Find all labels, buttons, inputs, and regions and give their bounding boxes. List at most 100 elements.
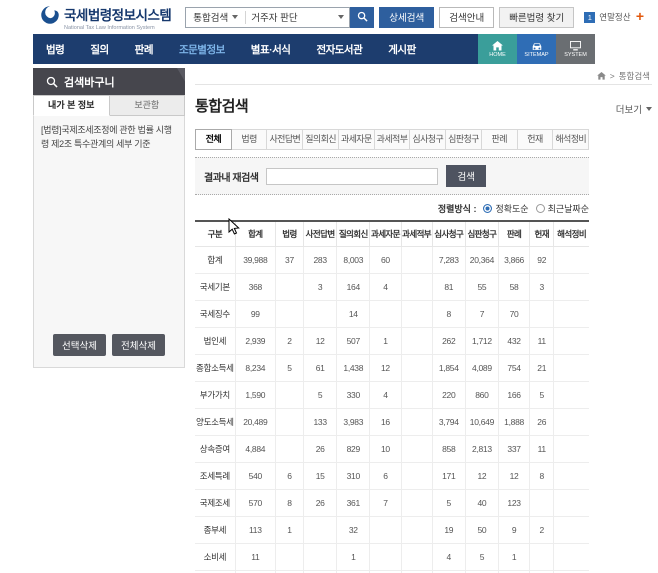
sitemap-button[interactable]: SITEMAP <box>517 34 556 64</box>
plus-icon[interactable]: + <box>636 8 644 24</box>
count-cell: 58 <box>497 273 531 301</box>
count-cell: 15 <box>303 462 338 490</box>
count-cell <box>529 543 555 571</box>
detail-search-button[interactable]: 상세검색 <box>379 6 435 28</box>
table-body: 합계 39,988 37 283 8,003 60 7,283 20,364 3,866 92 국세… <box>195 246 589 573</box>
sidebar-tab-saved[interactable]: 보관함 <box>109 95 185 116</box>
count-cell <box>303 543 338 571</box>
row-label: 국세기본 <box>195 273 236 301</box>
count-cell: 7,283 <box>431 246 466 274</box>
category-tab-법령[interactable]: 법령 <box>230 129 268 150</box>
research-search-button[interactable]: 검색 <box>446 165 486 187</box>
count-cell: 330 <box>336 381 371 409</box>
count-cell: 5 <box>529 381 555 409</box>
research-input[interactable] <box>266 167 439 185</box>
count-cell: 1,590 <box>234 381 276 409</box>
row-label: 종합소득세 <box>195 354 236 382</box>
sort-recent-radio[interactable]: 최근날짜순 <box>535 202 589 215</box>
count-cell <box>400 489 433 517</box>
category-tab-과세적부[interactable]: 과세적부 <box>373 129 411 150</box>
count-cell: 2 <box>529 516 555 544</box>
count-cell: 5 <box>274 354 305 382</box>
count-cell: 570 <box>234 489 276 517</box>
column-header-사전답변: 사전답변 <box>303 221 338 247</box>
count-cell: 26 <box>303 435 338 463</box>
breadcrumb-current: 통합검색 <box>618 71 650 81</box>
count-cell: 1,438 <box>336 354 371 382</box>
sidebar-tab-viewed[interactable]: 내가 본 정보 <box>33 95 110 116</box>
count-cell: 12 <box>464 462 499 490</box>
count-cell <box>529 300 555 328</box>
table-row-상속증여: 상속증여 4,884 26 829 10 858 2,813 337 11 <box>195 435 589 463</box>
category-tab-해석정비[interactable]: 해석정비 <box>552 129 590 150</box>
count-cell: 432 <box>497 327 531 355</box>
count-cell: 3 <box>529 273 555 301</box>
viewed-item-link[interactable]: [법령]국제조세조정에 관한 법률 시행령 제2조 특수관계의 세부 기준 <box>34 116 184 160</box>
shortcut-yearend[interactable]: 1 연말정산 <box>584 11 631 23</box>
category-tab-헌재[interactable]: 헌재 <box>516 129 554 150</box>
more-button[interactable]: 더보기 <box>616 102 652 116</box>
category-tab-판례[interactable]: 판례 <box>480 129 518 150</box>
global-search-box: 통합검색 <box>185 6 351 28</box>
count-cell: 10 <box>369 435 402 463</box>
count-cell: 123 <box>497 489 531 517</box>
search-scope-select[interactable]: 통합검색 <box>186 10 245 24</box>
count-cell: 1 <box>497 543 531 571</box>
delete-selected-button[interactable]: 선택삭제 <box>53 334 106 356</box>
category-tab-전체[interactable]: 전체 <box>195 129 232 150</box>
category-tab-사전답변[interactable]: 사전답변 <box>266 129 304 150</box>
count-cell: 166 <box>497 381 531 409</box>
breadcrumb-home-icon[interactable] <box>596 72 606 80</box>
category-tab-과세자문[interactable]: 과세자문 <box>337 129 375 150</box>
nav-item-전자도서관[interactable]: 전자도서관 <box>303 42 375 57</box>
count-cell: 220 <box>431 381 466 409</box>
nav-item-별표·서식[interactable]: 별표·서식 <box>238 42 304 57</box>
column-header-질의회신: 질의회신 <box>336 221 371 247</box>
sort-accuracy-radio[interactable]: 정확도순 <box>483 202 529 215</box>
category-tab-심판청구[interactable]: 심판청구 <box>445 129 482 150</box>
search-input[interactable] <box>246 11 339 23</box>
count-cell: 507 <box>336 327 371 355</box>
count-cell: 283 <box>303 246 338 274</box>
top-header: 국세법령정보시스템 National Tax Law Information S… <box>0 0 658 34</box>
count-cell: 5 <box>303 381 338 409</box>
category-tab-질의회신[interactable]: 질의회신 <box>302 129 339 150</box>
count-cell: 70 <box>497 300 531 328</box>
row-label: 부가가치 <box>195 381 236 409</box>
chevron-down-icon <box>646 107 652 111</box>
count-cell <box>553 381 589 409</box>
table-row-국제조세: 국제조세 570 8 26 361 7 5 40 123 <box>195 489 589 517</box>
nav-item-조문별정보[interactable]: 조문별정보 <box>166 42 238 57</box>
nav-item-게시판[interactable]: 게시판 <box>375 42 428 57</box>
category-tabs: 전체 법령 사전답변 질의회신 과세자문 과세적부 심사청구 심판청구 판례 헌재 해석정비 <box>195 129 590 150</box>
quick-law-button[interactable]: 빠른법령 찾기 <box>499 6 575 28</box>
nav-item-판례[interactable]: 판례 <box>122 42 166 57</box>
count-cell <box>553 543 589 571</box>
count-cell: 81 <box>431 273 466 301</box>
sort-label: 정렬방식 : <box>437 204 477 214</box>
count-cell: 12 <box>369 354 402 382</box>
chevron-down-icon[interactable] <box>338 15 345 19</box>
column-header-헌재: 헌재 <box>529 221 555 247</box>
home-button[interactable]: HOME <box>478 34 517 64</box>
row-label: 소비세 <box>195 543 236 571</box>
search-icon <box>46 76 58 88</box>
nav-item-질의[interactable]: 질의 <box>77 42 121 57</box>
search-guide-button[interactable]: 검색안내 <box>439 6 495 28</box>
count-cell: 6 <box>369 462 402 490</box>
category-tab-심사청구[interactable]: 심사청구 <box>409 129 447 150</box>
delete-all-button[interactable]: 전체삭제 <box>112 334 165 356</box>
sitemap-icon <box>531 41 543 51</box>
row-label: 합계 <box>195 246 236 274</box>
count-cell <box>400 516 433 544</box>
search-button[interactable] <box>350 6 375 28</box>
app-logo[interactable]: 국세법령정보시스템 National Tax Law Information S… <box>40 4 172 31</box>
count-cell <box>400 300 433 328</box>
count-cell <box>369 543 402 571</box>
system-button[interactable]: SYSTEM <box>556 34 595 64</box>
nav-item-법령[interactable]: 법령 <box>33 42 77 57</box>
count-cell: 4 <box>431 543 466 571</box>
count-cell: 12 <box>303 327 338 355</box>
column-header-심사청구: 심사청구 <box>431 221 466 247</box>
count-cell: 32 <box>336 516 371 544</box>
